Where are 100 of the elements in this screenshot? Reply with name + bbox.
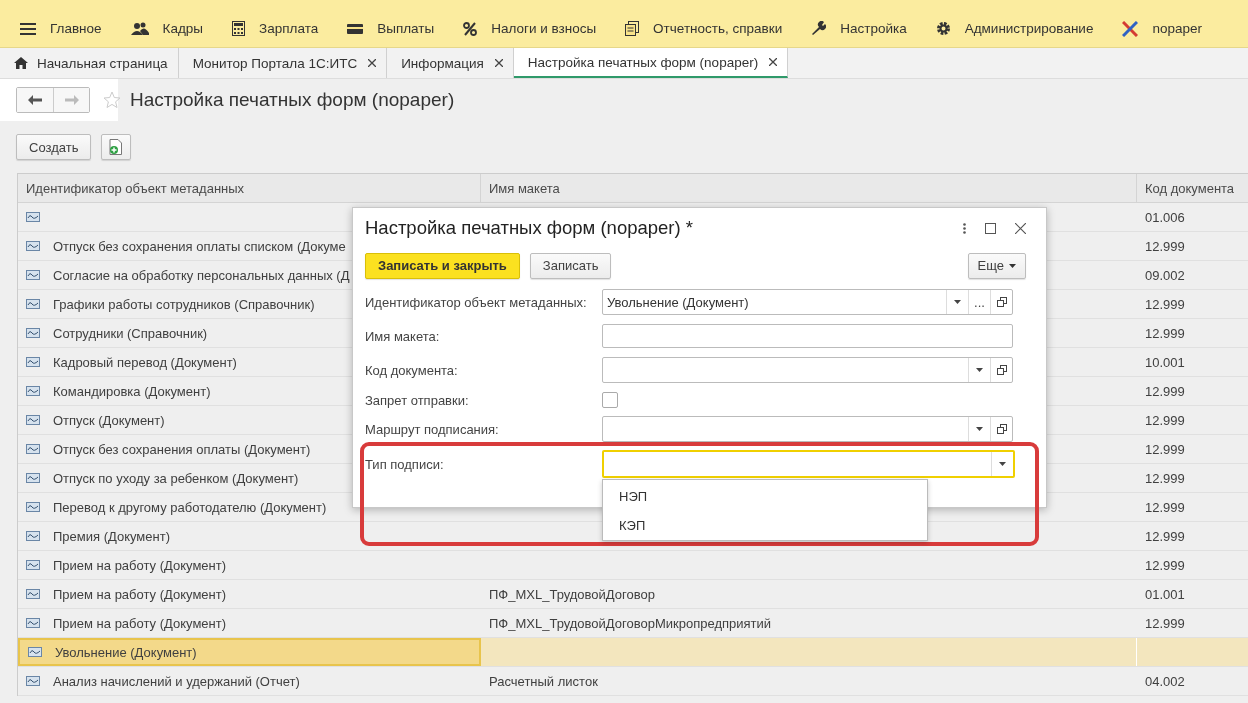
wrench-icon: [811, 21, 827, 36]
table-cell: 12.999: [1145, 615, 1185, 631]
table-cell: Отпуск без сохранения оплаты списком (Докуме: [53, 238, 346, 254]
wave-icon: [26, 270, 40, 280]
wave-icon: [26, 589, 40, 599]
create-button[interactable]: Создать: [16, 134, 92, 160]
forward-arrow-icon: [64, 95, 79, 105]
menu-item[interactable]: Настройка: [793, 10, 918, 47]
field-label: Тип подписи:: [365, 456, 445, 472]
column-header[interactable]: Имя макета: [481, 174, 1137, 202]
save-button[interactable]: Записать: [529, 252, 612, 279]
wave-icon: [26, 415, 40, 425]
table-cell: Сотрудники (Справочник): [53, 325, 208, 341]
menu-item[interactable]: Отчетность, справки: [607, 10, 794, 47]
wave-icon: [26, 386, 40, 396]
table-cell: ПФ_MXL_ТрудовойДоговорМикропредприятий: [489, 615, 772, 631]
caret-icon: [1009, 263, 1016, 268]
back-arrow-icon: [28, 95, 42, 105]
table-cell: 12.999: [1145, 325, 1185, 341]
table-cell: Расчетный листок: [489, 673, 598, 689]
back-button[interactable]: [17, 88, 53, 112]
people-icon: [130, 21, 149, 36]
tab[interactable]: Настройка печатных форм (nopaper): [513, 48, 789, 78]
table-cell: 10.001: [1145, 354, 1185, 370]
table-cell: Отпуск (Документ): [53, 412, 165, 428]
maximize-icon[interactable]: [985, 222, 996, 234]
combo-field[interactable]: [602, 416, 1013, 442]
table-cell: ПФ_MXL_ТрудовойДоговор: [489, 586, 655, 602]
dialog-title: Настройка печатных форм (nopaper) *: [365, 217, 694, 239]
table-cell: Прием на работу (Документ): [53, 557, 227, 573]
menu-item[interactable]: Зарплата: [214, 10, 330, 47]
column-header[interactable]: Код документа: [1137, 174, 1248, 202]
dropdown-icon: [976, 427, 983, 431]
tab[interactable]: Информация: [387, 48, 514, 78]
wave-icon: [26, 212, 40, 222]
table-cell: 12.999: [1145, 296, 1185, 312]
choice-button[interactable]: ...: [968, 290, 990, 314]
menu-item[interactable]: nopaper: [1104, 10, 1213, 47]
menu-item[interactable]: Выплаты: [329, 10, 446, 47]
menu-item[interactable]: Кадры: [112, 10, 215, 47]
field-label: Маршрут подписания:: [365, 421, 500, 437]
wave-icon: [26, 328, 40, 338]
calculator-icon: [232, 21, 246, 36]
combo-field[interactable]: [602, 357, 1013, 383]
table-cell: 12.999: [1145, 383, 1185, 399]
column-header[interactable]: Идентификатор объект метаданных: [18, 174, 481, 202]
wallet-icon: [347, 22, 364, 35]
wave-icon: [26, 502, 40, 512]
close-icon[interactable]: [494, 59, 503, 67]
table-cell: 12.999: [1145, 557, 1185, 573]
tab[interactable]: Монитор Портала 1С:ИТС: [178, 48, 388, 78]
table-cell: Отпуск по уходу за ребенком (Документ): [53, 470, 299, 486]
close-icon[interactable]: [769, 58, 778, 66]
cross-icon: [1122, 20, 1139, 37]
table-cell: Графики работы сотрудников (Справочник): [53, 296, 315, 312]
add-document-button[interactable]: [101, 134, 132, 160]
table-cell: 12.999: [1145, 238, 1185, 254]
input-field[interactable]: [602, 324, 1013, 348]
wave-icon: [26, 676, 40, 686]
settings-icon: [935, 21, 951, 36]
table-cell: 01.001: [1145, 586, 1185, 602]
combo-field[interactable]: [602, 450, 1015, 478]
table-cell: Отпуск без сохранения оплаты (Документ): [53, 441, 311, 457]
menu-icon: [20, 21, 36, 36]
table-cell: Кадровый перевод (Документ): [53, 354, 237, 370]
menu-item[interactable]: Налоги и взносы: [445, 10, 608, 47]
table-cell: 12.999: [1145, 528, 1185, 544]
save-and-close-button[interactable]: Записать и закрыть: [365, 252, 520, 279]
table-cell: Прием на работу (Документ): [53, 615, 227, 631]
close-icon[interactable]: [368, 59, 377, 67]
table-cell: Увольнение (Документ): [55, 644, 197, 660]
table-cell: Анализ начислений и удержаний (Отчет): [53, 673, 300, 689]
more-button[interactable]: Еще: [967, 252, 1026, 279]
field-label: Код документа:: [365, 362, 459, 378]
open-icon: [996, 424, 1007, 434]
wave-icon: [26, 560, 40, 570]
dropdown-option[interactable]: КЭП: [603, 511, 927, 540]
menu-item[interactable]: Главное: [0, 10, 113, 47]
checkbox[interactable]: [602, 392, 618, 408]
combo-field[interactable]: Увольнение (Документ) ...: [602, 289, 1013, 315]
star-icon[interactable]: [103, 91, 121, 109]
dropdown-option[interactable]: НЭП: [603, 482, 927, 511]
field-label: Идентификатор объект метаданных:: [365, 294, 588, 310]
percent-icon: [463, 21, 478, 36]
dropdown-icon: [976, 368, 983, 372]
table-cell: Прием на работу (Документ): [53, 586, 227, 602]
tab[interactable]: Начальная страница: [0, 48, 179, 78]
home-icon: [14, 57, 28, 69]
wave-icon: [28, 647, 42, 657]
wave-icon: [26, 473, 40, 483]
menu-item[interactable]: Администрирование: [917, 10, 1105, 47]
page-title: Настройка печатных форм (nopaper): [130, 89, 455, 111]
close-icon[interactable]: [1015, 222, 1026, 234]
table-cell: Командировка (Документ): [53, 383, 211, 399]
table-cell: 04.002: [1145, 673, 1185, 689]
wave-icon: [26, 299, 40, 309]
more-options-icon[interactable]: [963, 222, 966, 234]
open-icon: [996, 365, 1007, 375]
dropdown-icon: [954, 300, 961, 304]
table-cell: Премия (Документ): [53, 528, 170, 544]
